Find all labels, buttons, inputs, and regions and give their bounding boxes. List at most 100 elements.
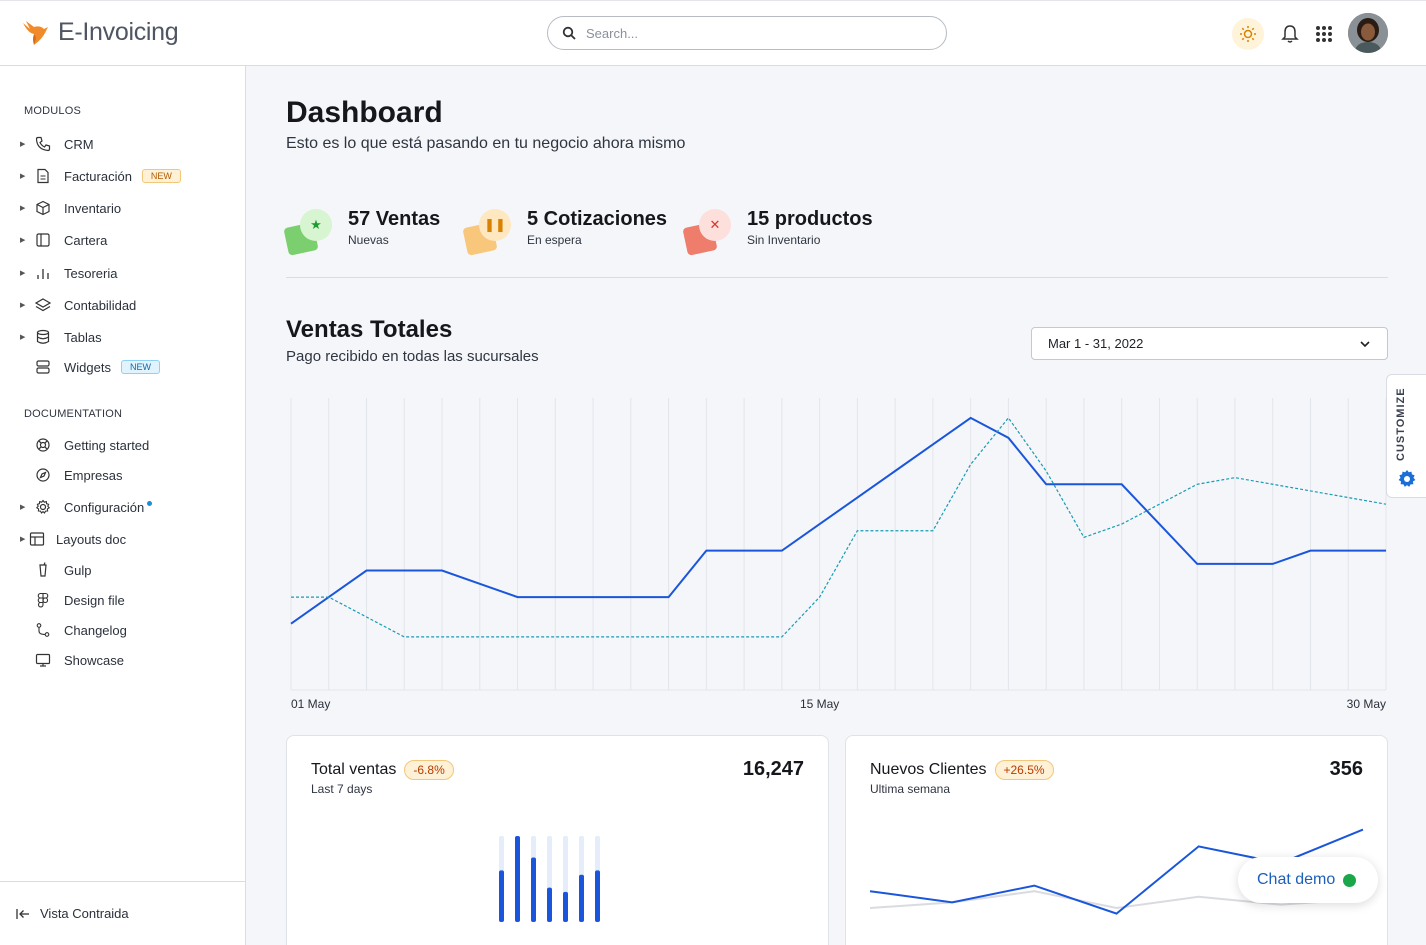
series-line-1	[290, 416, 1386, 625]
page-subtitle: Esto es lo que está pasando en tu negoci…	[286, 135, 686, 152]
user-avatar[interactable]	[1348, 13, 1388, 53]
sidebar-item-design-file[interactable]: Design file	[20, 589, 125, 611]
notification-dot	[147, 500, 153, 506]
compass-icon	[34, 466, 52, 484]
sidebar-item-label: Empresas	[64, 467, 123, 483]
chevron-down-icon	[1360, 340, 1370, 347]
sidebar-item-label: Configuración	[64, 499, 145, 515]
sidebar-item-cartera[interactable]: ▶ Cartera	[20, 229, 107, 251]
gulp-icon	[34, 561, 52, 579]
sidebar-item-getting-started[interactable]: Getting started	[20, 434, 149, 456]
app-logo[interactable]: E-Invoicing	[20, 17, 179, 47]
card-title: Total ventas	[311, 761, 397, 778]
document-icon	[34, 167, 52, 185]
caret-right-icon: ▶	[20, 334, 26, 341]
bar	[531, 857, 536, 922]
card-subtitle: Last 7 days	[311, 782, 373, 796]
fox-logo-icon	[23, 21, 48, 45]
change-badge: -6.8%	[404, 760, 454, 780]
stat-value: 15 productos	[747, 208, 873, 230]
stat-ventas: ★ 57 Ventas Nuevas	[283, 205, 440, 257]
total-ventas-bar-chart	[499, 836, 600, 922]
chat-label: Chat demo	[1257, 871, 1336, 888]
search-box[interactable]	[547, 16, 947, 50]
collapse-label: Vista Contraida	[40, 906, 129, 921]
collapse-sidebar-button[interactable]: Vista Contraida	[16, 906, 129, 921]
sidebar-item-tablas[interactable]: ▶ Tablas	[20, 326, 102, 348]
sidebar-item-configuracion[interactable]: ▶ Configuración	[20, 496, 153, 518]
sidebar-item-changelog[interactable]: Changelog	[20, 619, 127, 641]
sidebar: MODULOS ▶ CRM ▶ Facturación NEW ▶ Invent…	[0, 66, 246, 945]
git-branch-icon	[34, 621, 52, 639]
collapse-arrow-icon	[16, 908, 29, 919]
new-badge: NEW	[141, 169, 181, 183]
bar	[579, 874, 584, 922]
stat-icon-front: ★	[300, 209, 332, 241]
stat-label: En espera	[527, 233, 582, 247]
search-input[interactable]	[586, 25, 906, 41]
customize-label: CUSTOMIZE	[1395, 387, 1407, 461]
stat-label: Nuevas	[348, 233, 389, 247]
sidebar-item-label: CRM	[64, 136, 94, 152]
sidebar-item-crm[interactable]: ▶ CRM	[20, 133, 94, 155]
customize-panel-toggle[interactable]: CUSTOMIZE	[1386, 374, 1426, 498]
card-value: 356	[1329, 758, 1363, 780]
bar-chart-icon	[34, 264, 52, 282]
lifebuoy-icon	[34, 436, 52, 454]
sidebar-item-inventario[interactable]: ▶ Inventario	[20, 197, 121, 219]
sidebar-item-facturacion[interactable]: ▶ Facturación NEW	[20, 165, 181, 187]
monitor-icon	[34, 651, 52, 669]
chat-demo-button[interactable]: Chat demo	[1238, 857, 1378, 903]
date-range-value: Mar 1 - 31, 2022	[1048, 336, 1144, 351]
sidebar-footer: Vista Contraida	[0, 881, 245, 945]
stat-icon-front: ✕	[699, 209, 731, 241]
sidebar-item-tesoreria[interactable]: ▶ Tesoreria	[20, 262, 117, 284]
sidebar-item-contabilidad[interactable]: ▶ Contabilidad	[20, 294, 136, 316]
total-ventas-card: Total ventas -6.8% Last 7 days 16,247	[286, 735, 829, 945]
sidebar-item-label: Inventario	[64, 200, 122, 216]
sidebar-item-label: Gulp	[64, 562, 92, 578]
sidebar-item-label: Changelog	[64, 622, 127, 638]
apps-grid-icon	[1316, 26, 1332, 42]
close-icon: ✕	[682, 205, 735, 257]
gear-icon	[1398, 470, 1416, 487]
sidebar-item-layouts-doc[interactable]: ▶ Layouts doc	[20, 528, 126, 550]
sidebar-item-widgets[interactable]: Widgets NEW	[20, 356, 160, 378]
stat-value: 5 Cotizaciones	[527, 208, 668, 230]
caret-right-icon: ▶	[20, 504, 26, 511]
app-name: E-Invoicing	[58, 17, 179, 46]
stat-label: Sin Inventario	[747, 233, 821, 247]
docs-section-title: DOCUMENTATION	[24, 408, 123, 420]
columns-icon	[34, 231, 52, 249]
date-range-select[interactable]: Mar 1 - 31, 2022	[1031, 327, 1388, 360]
apps-button[interactable]	[1308, 18, 1340, 50]
caret-right-icon: ▶	[20, 173, 26, 180]
sales-title: Ventas Totales	[286, 316, 453, 343]
gear-icon	[34, 498, 52, 516]
bar	[563, 891, 568, 922]
theme-toggle-button[interactable]	[1232, 18, 1264, 50]
x-tick-label: 15 May	[800, 697, 839, 711]
sidebar-item-label: Showcase	[64, 652, 124, 668]
top-header: E-Invoicing	[0, 0, 1426, 66]
layers-icon	[34, 296, 52, 314]
new-badge: NEW	[120, 360, 160, 374]
bar	[499, 870, 504, 922]
caret-right-icon: ▶	[20, 141, 26, 148]
sidebar-item-label: Getting started	[64, 437, 150, 453]
card-title: Nuevos Clientes	[870, 761, 987, 778]
modules-section-title: MODULOS	[24, 105, 82, 117]
caret-right-icon: ▶	[20, 536, 26, 543]
card-value: 16,247	[742, 758, 804, 780]
sidebar-item-label: Design file	[64, 592, 125, 608]
search-icon	[562, 26, 576, 40]
notifications-button[interactable]	[1274, 18, 1306, 50]
sidebar-item-empresas[interactable]: Empresas	[20, 464, 123, 486]
database-icon	[34, 328, 52, 346]
phone-icon	[34, 135, 52, 153]
sidebar-item-label: Cartera	[64, 232, 108, 248]
sidebar-item-showcase[interactable]: Showcase	[20, 649, 124, 671]
sidebar-item-gulp[interactable]: Gulp	[20, 559, 91, 581]
stat-productos: ✕ 15 productos Sin Inventario	[682, 205, 873, 257]
bar	[547, 887, 552, 922]
